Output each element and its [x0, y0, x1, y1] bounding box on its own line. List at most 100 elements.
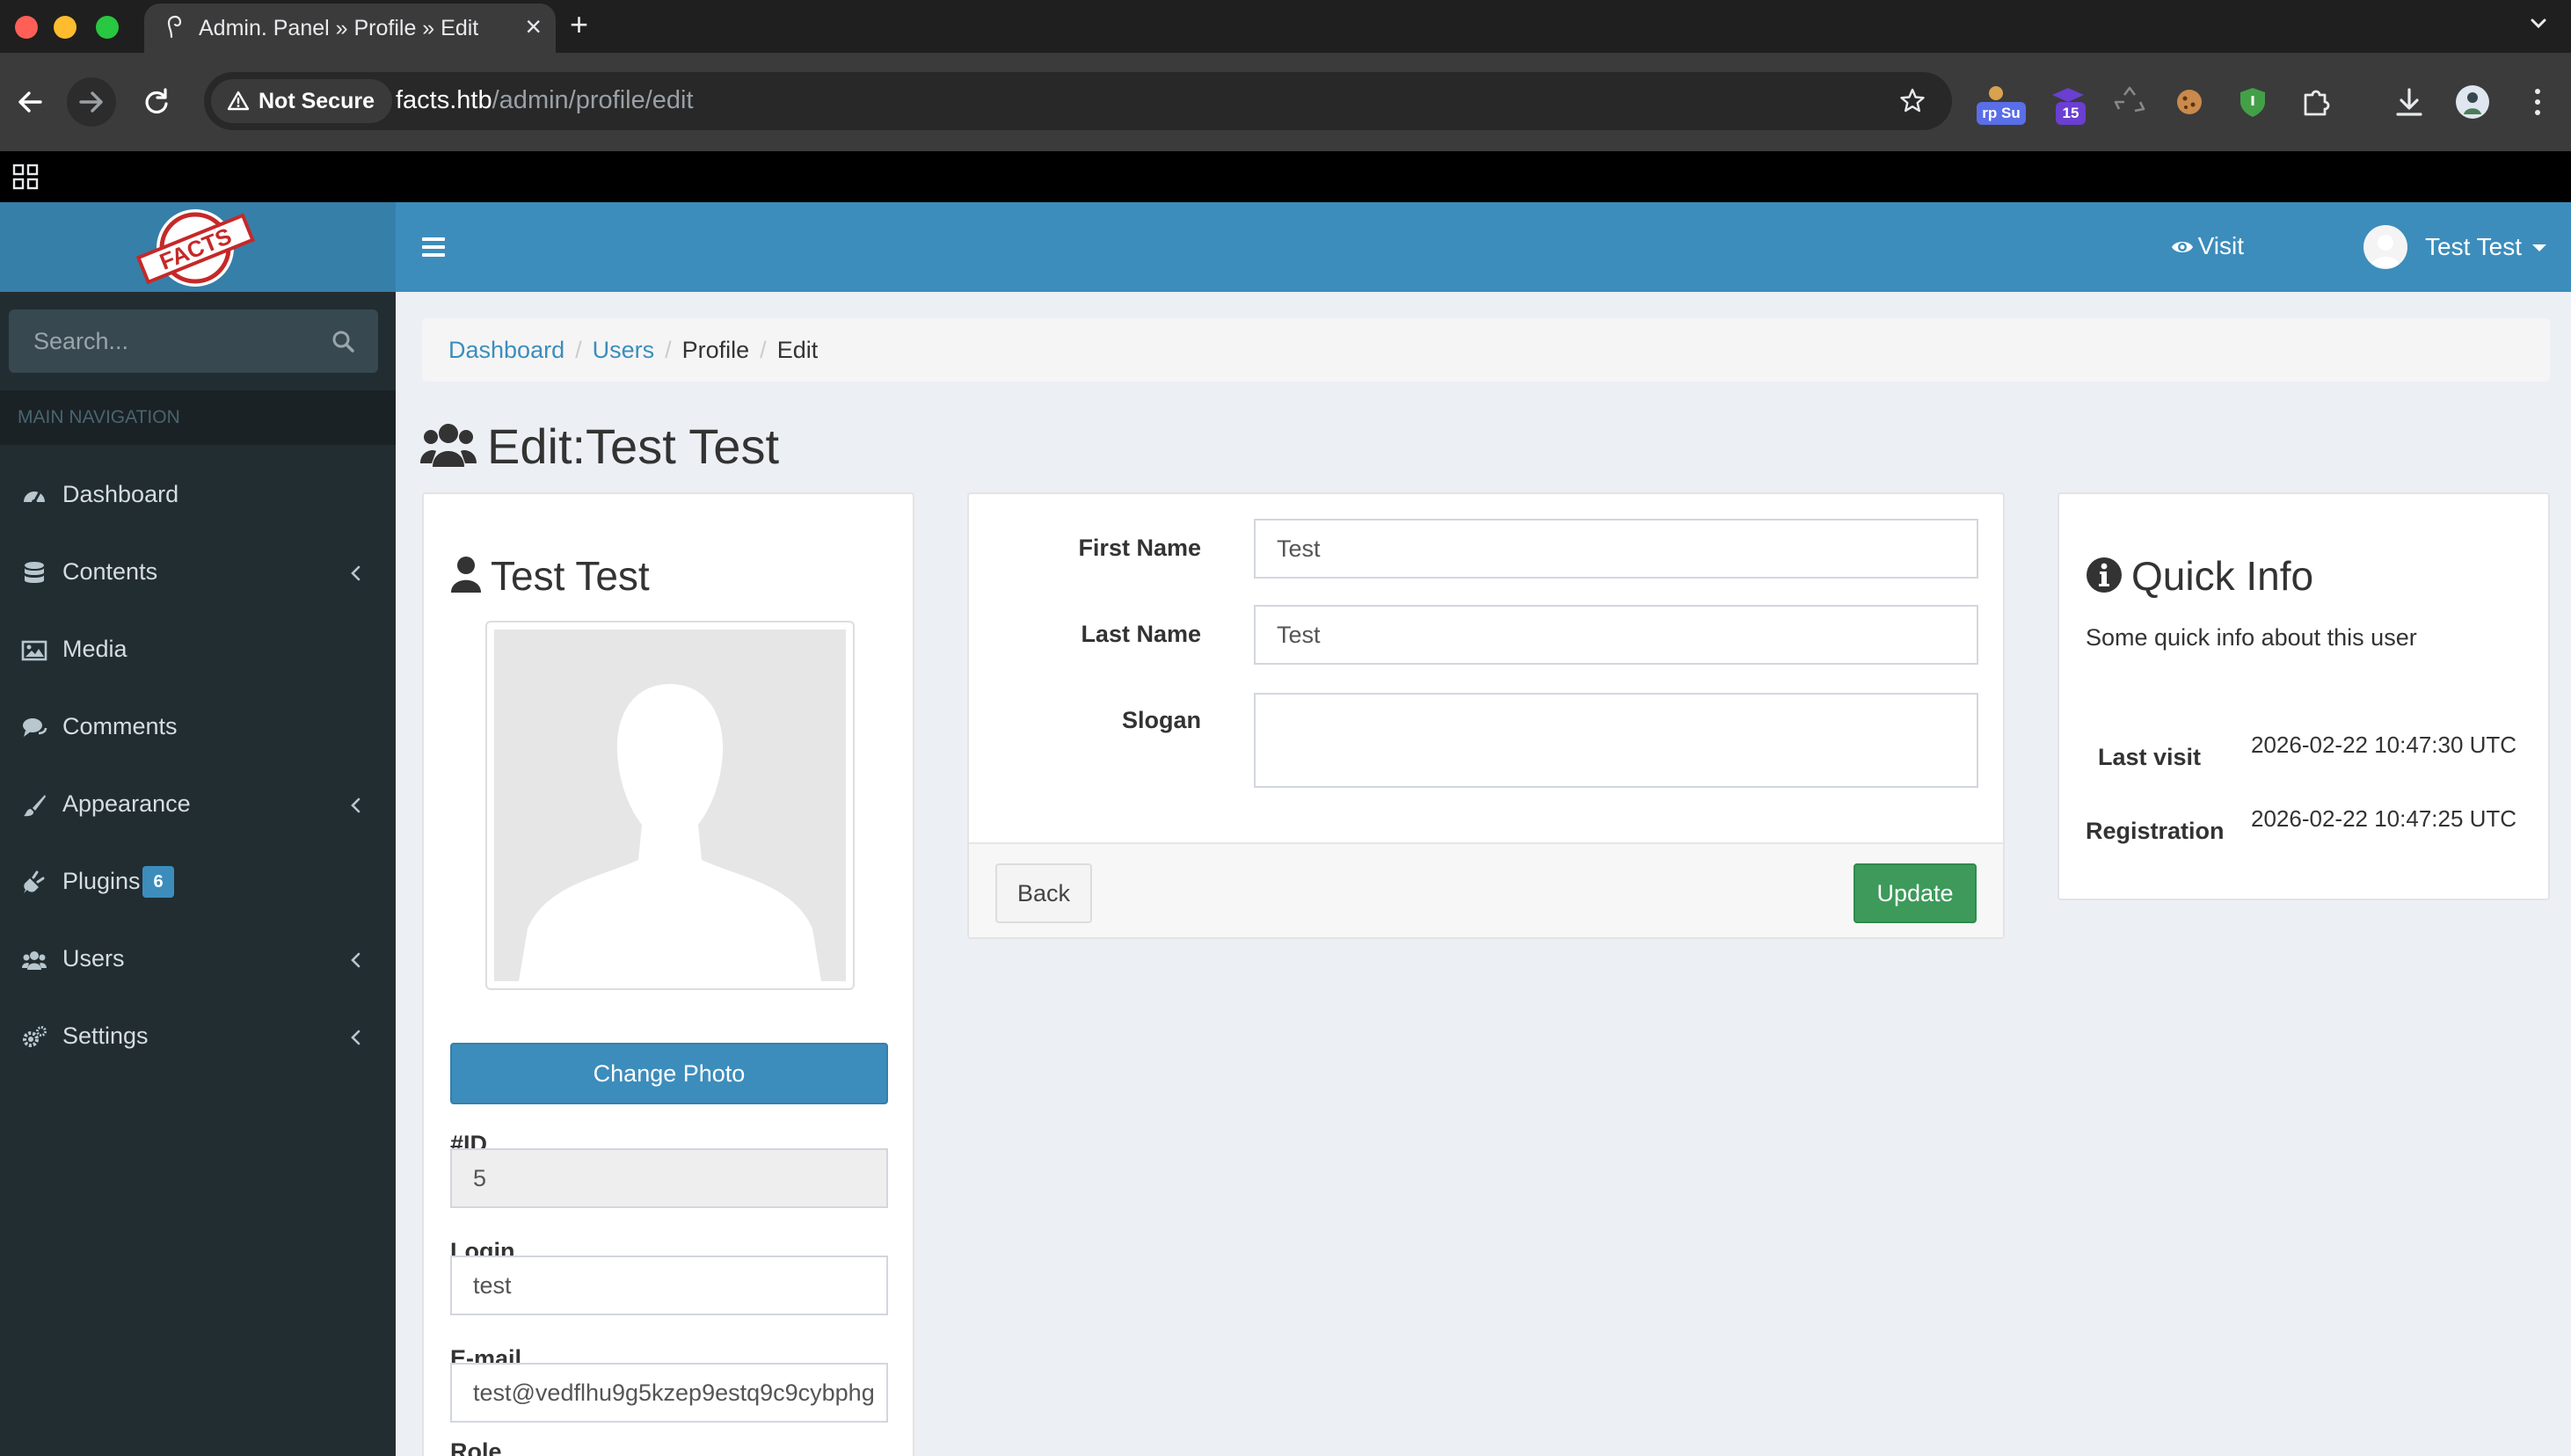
sidebar-item-label: Contents [62, 558, 158, 585]
page-title-text: Edit:Test Test [487, 419, 780, 474]
sidebar-item-users[interactable]: Users [0, 921, 396, 999]
dashboard-icon [24, 491, 45, 505]
browser-tab-bar: Admin. Panel » Profile » Edit × + [0, 0, 2571, 53]
sidebar-item-contents[interactable]: Contents [0, 535, 396, 612]
search-icon[interactable] [331, 329, 355, 353]
profile-avatar-icon[interactable] [2453, 83, 2492, 121]
sidebar-item-settings[interactable]: Settings [0, 999, 396, 1076]
user-menu-dropdown[interactable]: Test Test [2363, 225, 2546, 269]
sidebar-item-appearance[interactable]: Appearance [0, 767, 396, 844]
back-arrow-icon [18, 91, 42, 113]
last-visit-label: Last visit [2098, 744, 2202, 770]
reload-icon [145, 88, 168, 114]
back-button[interactable] [5, 77, 55, 127]
last-name-label: Last Name [1081, 621, 1201, 647]
profile-edit-form: First Name Last Name Slogan Back Update [967, 492, 2005, 939]
reload-button[interactable] [132, 77, 181, 127]
sidebar-item-comments[interactable]: Comments [0, 689, 396, 767]
forward-button[interactable] [67, 77, 116, 127]
last-visit-value: 2026-02-22 10:47:30 UTC [2251, 732, 2517, 758]
sidebar-item-label: Plugins [62, 868, 141, 894]
browser-menu-icon[interactable] [2525, 83, 2564, 121]
breadcrumb-profile: Profile [681, 337, 750, 363]
apps-grid-icon[interactable] [12, 164, 39, 190]
eye-icon [2171, 242, 2193, 252]
breadcrumb: Dashboard / Users / Profile / Edit [422, 318, 2550, 382]
window-minimize-button[interactable] [54, 16, 76, 39]
tab-close-icon[interactable]: × [525, 11, 542, 42]
first-name-label: First Name [1078, 535, 1201, 561]
browser-toolbar: Not Secure facts.htb/admin/profile/edit … [0, 53, 2571, 151]
chevron-left-icon [351, 1030, 361, 1045]
url-text[interactable]: facts.htb/admin/profile/edit [396, 86, 694, 115]
profile-name-heading: Test Test [450, 552, 650, 600]
breadcrumb-separator: / [665, 337, 672, 363]
image-icon [21, 640, 47, 661]
first-name-input[interactable] [1254, 519, 1978, 579]
site-security-chip[interactable]: Not Secure [211, 79, 392, 123]
user-avatar [2363, 225, 2408, 269]
login-field[interactable]: test [450, 1256, 888, 1315]
plug-icon [24, 870, 45, 893]
users-icon [22, 951, 47, 970]
form-footer: Back Update [969, 842, 2003, 937]
breadcrumb-users-link[interactable]: Users [593, 337, 655, 363]
registration-label: Registration [2086, 818, 2225, 844]
slogan-textarea[interactable] [1254, 693, 1978, 788]
sidebar: MAIN NAVIGATION Dashboard Contents [0, 292, 396, 1456]
breadcrumb-separator: / [575, 337, 582, 363]
email-field[interactable]: test@vedflhu9g5kzep9estq9c9cybphg [450, 1363, 888, 1423]
plugins-count-badge: 6 [142, 866, 174, 898]
sidebar-item-plugins[interactable]: Plugins 6 [0, 844, 396, 921]
registration-value: 2026-02-22 10:47:25 UTC [2251, 805, 2517, 832]
page-title: Edit:Test Test [420, 413, 779, 480]
download-icon[interactable] [2390, 83, 2429, 121]
logo-area[interactable]: FACTS [0, 202, 396, 292]
sidebar-item-label: Settings [62, 1023, 149, 1049]
chevron-left-icon [351, 952, 361, 968]
forward-arrow-icon [79, 91, 103, 113]
sidebar-toggle-button[interactable] [422, 237, 445, 257]
extension-recycle-icon[interactable] [2110, 83, 2149, 121]
paintbrush-icon [24, 795, 46, 817]
sidebar-item-label: Appearance [62, 790, 191, 817]
sidebar-item-label: Users [62, 945, 125, 972]
sidebar-item-label: Media [62, 636, 127, 662]
sidebar-search-input[interactable] [9, 309, 308, 373]
window-close-button[interactable] [15, 16, 38, 39]
breadcrumb-dashboard-link[interactable]: Dashboard [448, 337, 564, 363]
breadcrumb-separator: / [760, 337, 767, 363]
sidebar-item-dashboard[interactable]: Dashboard [0, 457, 396, 535]
new-tab-button[interactable]: + [570, 7, 588, 42]
change-photo-button[interactable]: Change Photo [450, 1043, 888, 1104]
user-silhouette-icon [2371, 235, 2401, 267]
window-zoom-button[interactable] [96, 16, 119, 39]
security-label: Not Secure [259, 89, 375, 113]
sidebar-item-media[interactable]: Media [0, 612, 396, 689]
last-name-input[interactable] [1254, 605, 1978, 665]
bookmark-star-icon[interactable] [1897, 86, 1927, 116]
sidebar-search [9, 309, 378, 373]
tab-title: Admin. Panel » Profile » Edit [199, 16, 479, 40]
extension-purple-icon[interactable]: 15 [2049, 83, 2087, 125]
tab-search-chevron-icon[interactable] [2525, 11, 2552, 37]
url-path: /admin/profile/edit [492, 86, 694, 114]
screen: Admin. Panel » Profile » Edit × + Not Se… [0, 0, 2571, 1456]
extension-cookie-editor-icon[interactable]: rp Su [1977, 83, 2026, 125]
top-navbar: Visit Test Test [396, 202, 2571, 292]
database-icon [25, 562, 44, 583]
extensions-puzzle-icon[interactable] [2297, 83, 2335, 121]
facts-logo: FACTS [135, 209, 255, 287]
extension-shield-icon[interactable] [2233, 83, 2272, 121]
visit-label: Visit [2197, 232, 2244, 259]
address-bar[interactable]: Not Secure facts.htb/admin/profile/edit [204, 72, 1952, 130]
visit-site-link[interactable]: Visit [2170, 232, 2244, 260]
back-button[interactable]: Back [995, 863, 1092, 923]
tab-favicon-icon [167, 15, 182, 39]
url-host: facts.htb [396, 86, 492, 114]
bookmarks-bar [0, 151, 2571, 202]
profile-photo-frame [485, 621, 855, 990]
extension-cookie-icon[interactable] [2170, 83, 2209, 121]
browser-tab-active[interactable]: Admin. Panel » Profile » Edit × [144, 4, 556, 53]
update-button[interactable]: Update [1854, 863, 1977, 923]
